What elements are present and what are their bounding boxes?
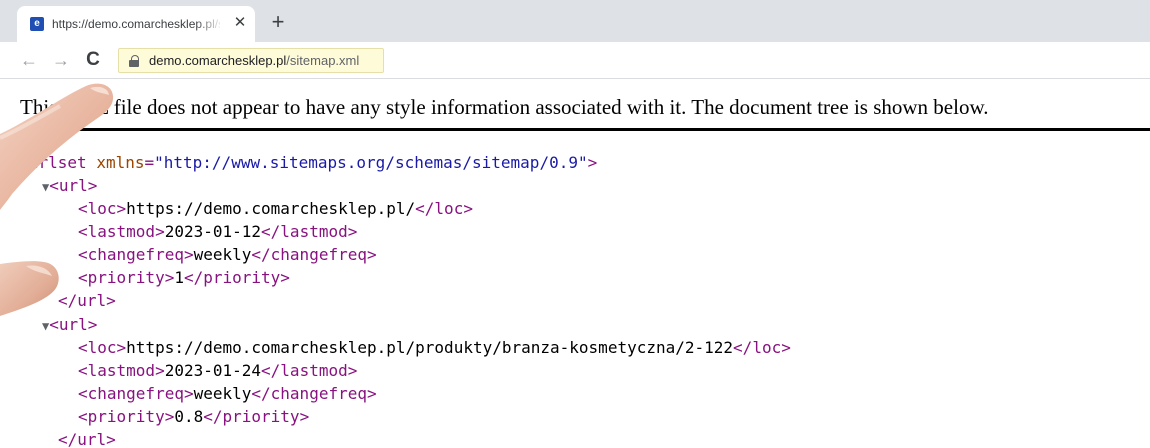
xml-tag: <changefreq>: [78, 384, 194, 403]
xml-changefreq-line: <changefreq>weekly</changefreq>: [78, 244, 377, 266]
no-style-info-message: This XML file does not appear to have an…: [20, 95, 989, 119]
xml-tag: </priority>: [203, 407, 310, 426]
xml-tag: <priority>: [78, 268, 175, 287]
tab-strip: e https://demo.comarchesklep.pl/sitemap.…: [0, 0, 1150, 42]
url-host: demo.comarchesklep.pl: [149, 53, 287, 68]
tab-title-fade: [195, 14, 223, 34]
address-url[interactable]: demo.comarchesklep.pl/sitemap.xml: [149, 52, 359, 69]
xml-priority-line: <priority>0.8</priority>: [78, 406, 309, 428]
xml-attr-value: "http://www.sitemaps.org/schemas/sitemap…: [154, 153, 588, 172]
xml-loc-value: https://demo.comarchesklep.pl/: [126, 199, 416, 218]
xml-tag: <loc>: [78, 338, 127, 357]
browser-toolbar: ← → C demo.comarchesklep.pl/sitemap.xml: [0, 42, 1150, 79]
xml-loc-line: <loc>https://demo.comarchesklep.pl/produ…: [78, 337, 791, 359]
xml-tag: <lastmod>: [78, 361, 165, 380]
back-arrow-icon[interactable]: ←: [18, 49, 40, 71]
xml-changefreq-value: weekly: [193, 245, 252, 264]
xml-lastmod-value: 2023-01-12: [164, 222, 262, 241]
new-tab-button[interactable]: +: [266, 11, 290, 35]
forward-arrow-icon[interactable]: →: [50, 49, 72, 71]
xml-tag: </priority>: [183, 268, 290, 287]
url-path: /sitemap.xml: [286, 53, 360, 68]
browser-tab[interactable]: e https://demo.comarchesklep.pl/sitemap.…: [17, 6, 255, 42]
xml-lastmod-line: <lastmod>2023-01-24</lastmod>: [78, 360, 357, 382]
xml-priority-line: <priority>1</priority>: [78, 267, 290, 289]
xml-changefreq-line: <changefreq>weekly</changefreq>: [78, 383, 377, 405]
site-favicon-icon: e: [30, 17, 44, 31]
xml-url-close-line: </url>: [58, 429, 116, 448]
xml-tag: <lastmod>: [78, 222, 165, 241]
xml-tag: </changefreq>: [251, 245, 377, 264]
pointing-finger-upper: [0, 83, 114, 210]
xml-lastmod-value: 2023-01-24: [164, 361, 262, 380]
xml-tag: </url>: [58, 430, 116, 448]
xml-lastmod-line: <lastmod>2023-01-12</lastmod>: [78, 221, 357, 243]
reload-icon[interactable]: C: [82, 49, 104, 71]
xml-tag: </changefreq>: [251, 384, 377, 403]
xml-changefreq-value: weekly: [193, 384, 252, 403]
xml-tag: <priority>: [78, 407, 175, 426]
xml-tag: >: [587, 153, 598, 172]
close-icon[interactable]: ✕: [231, 14, 249, 32]
xml-tag: <changefreq>: [78, 245, 194, 264]
xml-tag: </loc>: [415, 199, 473, 218]
xml-loc-line: <loc>https://demo.comarchesklep.pl/</loc…: [78, 198, 473, 220]
xml-priority-value: 1: [174, 268, 184, 287]
info-divider: [20, 128, 1150, 131]
xml-tag: </lastmod>: [261, 361, 358, 380]
xml-tag: </loc>: [733, 338, 791, 357]
pointing-finger-lower: [0, 261, 59, 316]
address-bar[interactable]: demo.comarchesklep.pl/sitemap.xml: [118, 48, 384, 73]
xml-tag: </lastmod>: [261, 222, 358, 241]
xml-loc-value: https://demo.comarchesklep.pl/produkty/b…: [126, 338, 734, 357]
lock-icon[interactable]: [129, 55, 139, 67]
xml-priority-value: 0.8: [174, 407, 204, 426]
xml-attr-eq: =: [144, 153, 155, 172]
